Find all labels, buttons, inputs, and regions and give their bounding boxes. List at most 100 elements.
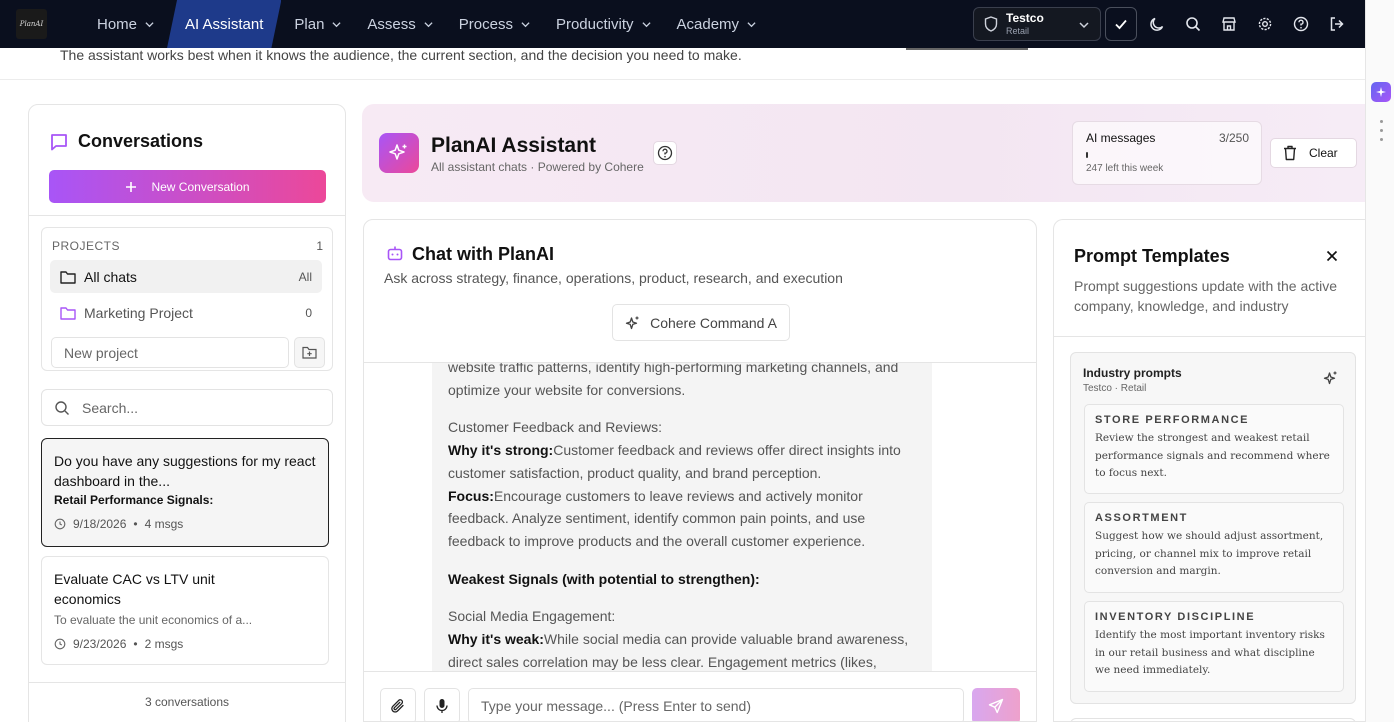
project-name: All chats — [84, 268, 137, 285]
project-item-marketing[interactable]: Marketing Project 0 — [50, 296, 322, 329]
conversation-search-input[interactable]: Search... — [41, 389, 333, 426]
chevron-down-icon — [145, 21, 154, 27]
chevron-down-icon — [424, 21, 433, 27]
search-placeholder: Search... — [82, 399, 139, 416]
confirm-button[interactable] — [1105, 7, 1137, 41]
divider — [29, 682, 345, 683]
gear-icon — [1258, 17, 1272, 31]
model-selector-button[interactable]: Cohere Command A — [612, 304, 790, 341]
shield-icon — [984, 16, 998, 32]
bullet-separator: • — [133, 517, 138, 531]
sparkle-icon — [389, 144, 407, 160]
search-button[interactable] — [1184, 15, 1202, 33]
conversations-header: Conversations — [49, 131, 203, 152]
chevron-down-icon — [1079, 22, 1089, 29]
conversation-meta: 9/18/2026 • 4 msgs — [54, 517, 316, 531]
prompt-template-card[interactable]: INVENTORY DISCIPLINE Identify the most i… — [1084, 601, 1344, 692]
clear-label: Clear — [1309, 146, 1338, 160]
clock-icon — [54, 518, 66, 530]
new-project-input[interactable]: New project — [51, 337, 289, 368]
new-project-placeholder: New project — [64, 344, 138, 361]
nav-item-home[interactable]: Home — [84, 0, 167, 48]
chat-panel: Chat with PlanAI Ask across strategy, fi… — [363, 219, 1037, 722]
quota-remaining: 247 left this week — [1086, 163, 1164, 174]
top-navigation: PlanAI Home AI Assistant Plan Assess Pro… — [0, 0, 1365, 48]
message-paragraph: Focus:Encourage customers to leave revie… — [448, 485, 916, 553]
company-selector[interactable]: Testco Retail — [973, 7, 1101, 41]
nav-item-process[interactable]: Process — [446, 0, 543, 48]
trash-icon — [1284, 145, 1296, 161]
attach-button[interactable] — [380, 688, 416, 721]
store-button[interactable] — [1220, 15, 1238, 33]
message-paragraph: Why it's strong:Customer feedback and re… — [448, 439, 916, 484]
chevron-down-icon — [747, 21, 756, 27]
nav-menu: Home AI Assistant Plan Assess Process Pr… — [84, 0, 769, 48]
templates-subtitle: Prompt suggestions update with the activ… — [1074, 278, 1338, 314]
bullet-separator: • — [133, 637, 138, 651]
nav-item-academy[interactable]: Academy — [664, 0, 770, 48]
theme-toggle-button[interactable] — [1148, 15, 1166, 33]
nav-item-label: Productivity — [555, 15, 634, 33]
project-item-all-chats[interactable]: All chats All — [50, 260, 322, 293]
prompt-heading: STORE PERFORMANCE — [1095, 414, 1250, 426]
assistant-title: PlanAI Assistant — [431, 134, 596, 157]
company-name: Testco — [1006, 11, 1044, 25]
clear-button[interactable]: Clear — [1270, 138, 1357, 168]
message-heading: Customer Feedback and Reviews: — [448, 419, 662, 436]
prompt-template-card[interactable]: ASSORTMENT Suggest how we should adjust … — [1084, 502, 1344, 593]
nav-item-plan[interactable]: Plan — [281, 0, 354, 48]
focus-label: Focus: — [448, 487, 494, 504]
prompt-body: Identify the most important inventory ri… — [1095, 629, 1325, 677]
conversation-date: 9/23/2026 — [73, 637, 127, 651]
settings-button[interactable] — [1256, 15, 1274, 33]
conversation-preview: Retail Performance Signals: — [54, 493, 214, 507]
nav-item-productivity[interactable]: Productivity — [543, 0, 664, 48]
quota-value: 3/250 — [1218, 131, 1249, 145]
nav-item-ai-assistant[interactable]: AI Assistant — [167, 0, 281, 48]
microphone-icon — [436, 699, 448, 713]
paperclip-icon — [391, 699, 404, 713]
quota-progress-bar — [1086, 152, 1250, 158]
focus-text: Encourage customers to leave reviews and… — [448, 487, 866, 549]
right-rail — [1365, 0, 1394, 722]
help-icon — [1293, 16, 1309, 32]
message-input[interactable]: Type your message... (Press Enter to sen… — [468, 688, 964, 721]
close-templates-button[interactable] — [1323, 247, 1341, 265]
add-project-button[interactable] — [294, 337, 325, 368]
logout-icon — [1330, 17, 1344, 31]
message-heading: Weakest Signals (with potential to stren… — [448, 568, 916, 591]
assistant-help-button[interactable] — [653, 141, 677, 165]
conversation-msg-count: 2 msgs — [144, 637, 184, 651]
send-icon — [988, 698, 1004, 714]
prompt-templates-panel: Prompt Templates Prompt suggestions upda… — [1053, 219, 1365, 722]
prompt-template-card[interactable]: STORE PERFORMANCE Review the strongest a… — [1084, 404, 1344, 494]
microphone-button[interactable] — [424, 688, 460, 721]
hint-text: The assistant works best when it knows t… — [60, 47, 742, 63]
weakness-label: Why it's weak: — [448, 631, 544, 648]
assistant-launcher-button[interactable] — [1371, 82, 1391, 102]
message-paragraph: website traffic patterns, identify high-… — [448, 363, 899, 398]
app-logo[interactable]: PlanAI — [16, 9, 47, 39]
conversation-meta: 9/23/2026 • 2 msgs — [54, 637, 316, 651]
drag-handle[interactable] — [1380, 120, 1383, 141]
search-icon — [1186, 17, 1201, 32]
conversation-item[interactable]: Do you have any suggestions for my react… — [41, 438, 329, 547]
conversation-item[interactable]: Evaluate CAC vs LTV unit economics To ev… — [41, 556, 329, 665]
moon-icon — [1150, 17, 1164, 31]
send-button[interactable] — [972, 688, 1020, 721]
nav-item-label: AI Assistant — [185, 15, 264, 33]
logout-button[interactable] — [1328, 15, 1346, 33]
assistant-header: PlanAI Assistant All assistant chats · P… — [362, 104, 1365, 202]
nav-item-assess[interactable]: Assess — [354, 0, 445, 48]
conversations-title: Conversations — [78, 131, 204, 151]
folder-icon — [60, 270, 76, 284]
help-button[interactable] — [1292, 15, 1310, 33]
folder-icon — [60, 306, 76, 320]
templates-title: Prompt Templates — [1074, 246, 1230, 266]
project-name: Marketing Project — [84, 304, 193, 321]
search-icon — [55, 400, 69, 415]
new-conversation-button[interactable]: New Conversation — [49, 170, 326, 203]
weak-signals-heading: Weakest Signals (with potential to stren… — [448, 570, 760, 587]
nav-item-label: Plan — [294, 15, 325, 33]
message-input-placeholder: Type your message... (Press Enter to sen… — [481, 698, 752, 714]
